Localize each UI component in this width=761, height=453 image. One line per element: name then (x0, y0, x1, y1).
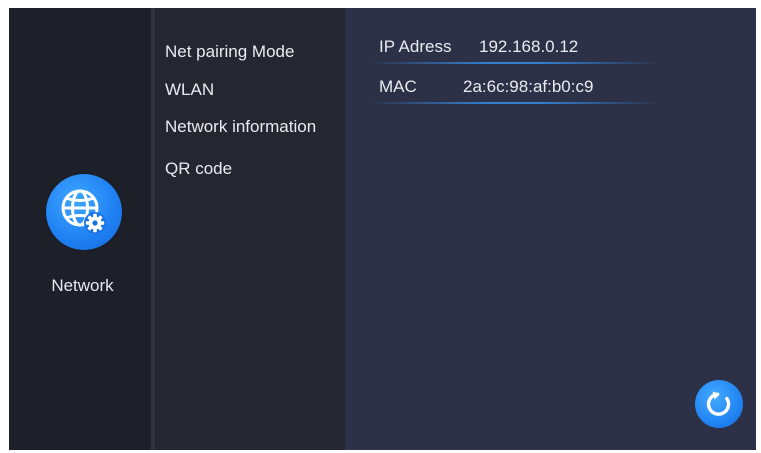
ip-address-label: IP Adress (379, 37, 452, 56)
menu-item-wlan[interactable]: WLAN (165, 80, 214, 100)
menu-item-network-information[interactable]: Network information (165, 117, 316, 137)
menu-item-net-pairing-mode[interactable]: Net pairing Mode (165, 42, 294, 62)
refresh-button[interactable] (695, 380, 743, 428)
settings-menu: Net pairing Mode WLAN Network informatio… (151, 8, 345, 450)
divider (369, 102, 659, 104)
ip-address-row: IP Adress 192.168.0.12 (369, 37, 669, 67)
mac-address-label: MAC (379, 77, 417, 96)
divider (369, 62, 659, 64)
network-icon[interactable] (46, 174, 122, 250)
refresh-icon (706, 391, 731, 416)
device-screen: Network Net pairing Mode WLAN Network in… (9, 8, 756, 450)
mac-address-value: 2a:6c:98:af:b0:c9 (463, 77, 594, 96)
mac-address-row: MAC 2a:6c:98:af:b0:c9 (369, 77, 669, 107)
section-label: Network (51, 276, 114, 295)
menu-item-qr-code[interactable]: QR code (165, 159, 232, 179)
ip-address-value: 192.168.0.12 (479, 37, 579, 56)
section-sidebar: Network (9, 8, 151, 450)
